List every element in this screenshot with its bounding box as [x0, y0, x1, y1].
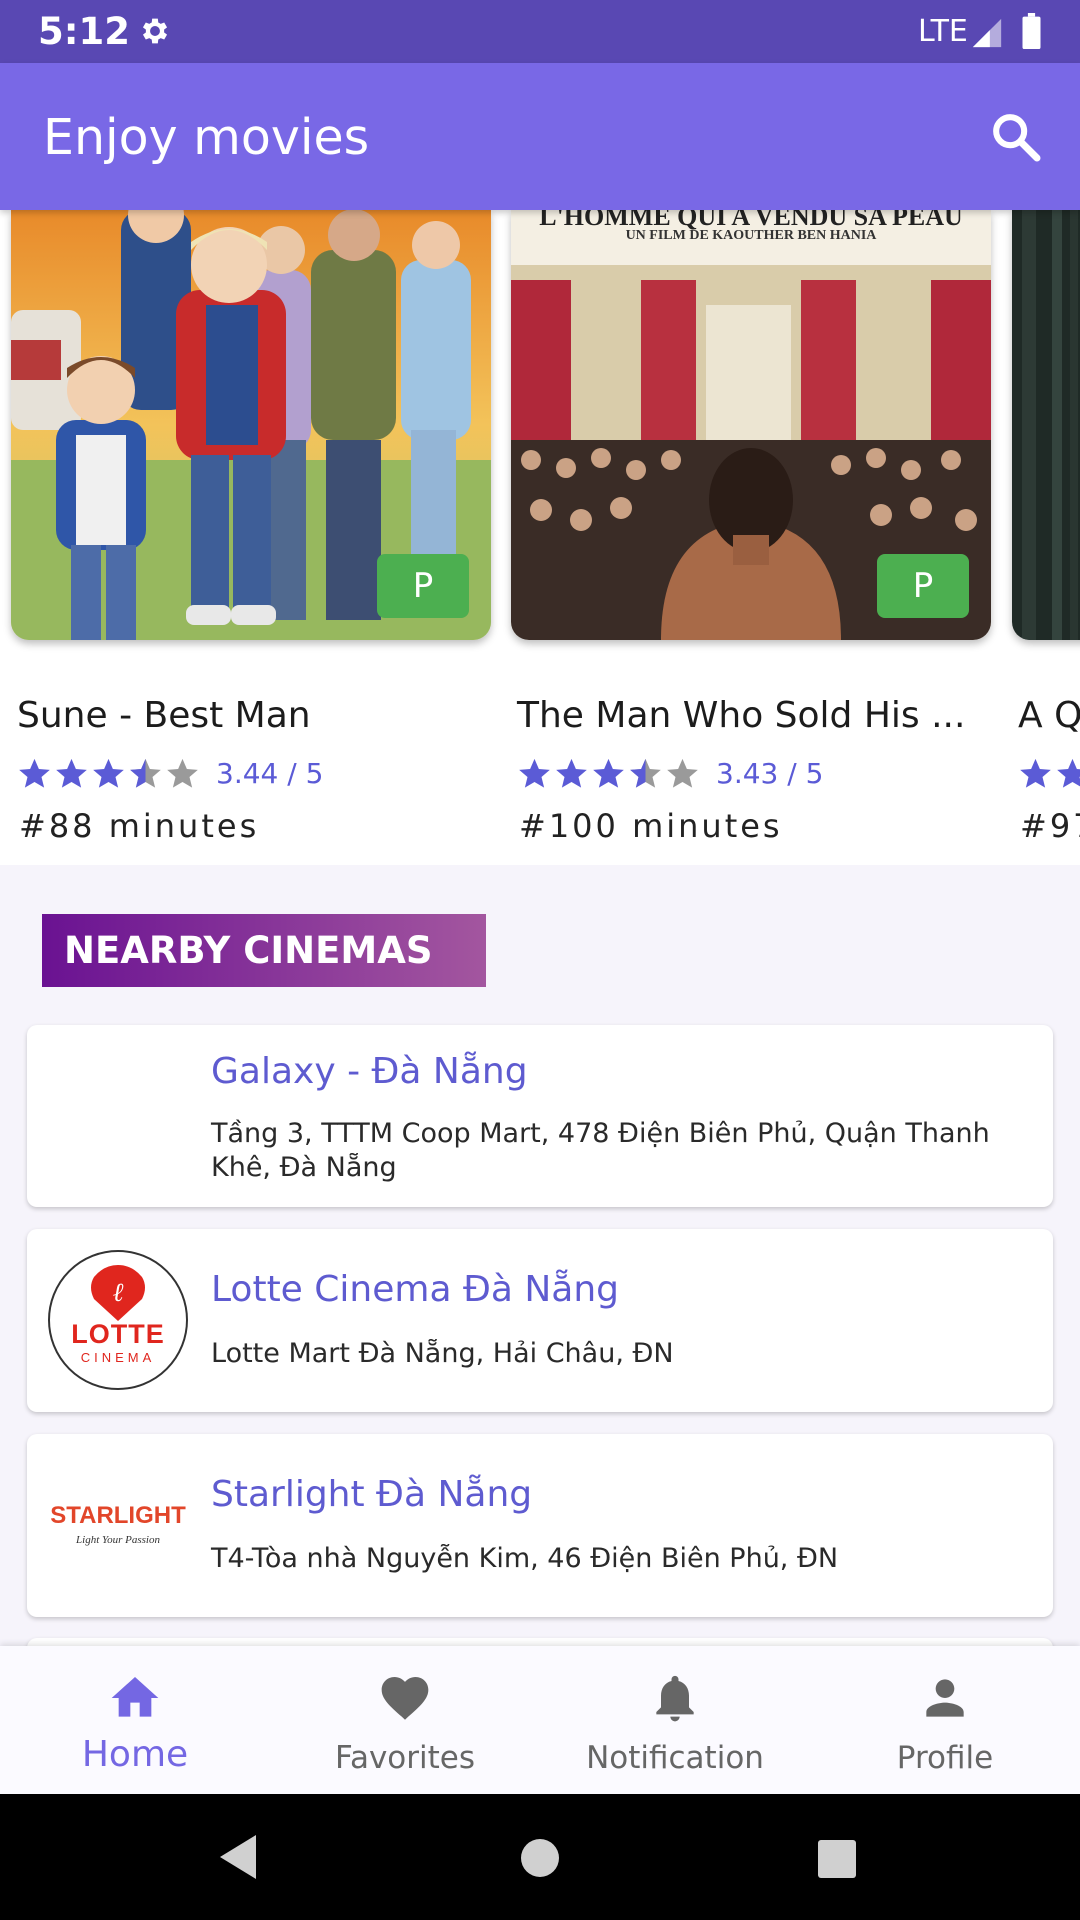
- home-circle-icon[interactable]: [520, 1838, 560, 1878]
- movie-rating: 3.44 / 5: [17, 753, 323, 793]
- star-full-icon: [593, 758, 624, 788]
- nav-label: Favorites: [334, 1740, 476, 1776]
- network-type: LTE: [918, 14, 968, 49]
- star-full-icon: [19, 758, 50, 788]
- rating-text: 3.43 / 5: [716, 756, 824, 790]
- movie-poster[interactable]: [1012, 210, 1080, 640]
- star-full-icon: [1020, 758, 1051, 788]
- rating-stars: [1018, 756, 1080, 791]
- rating-text: 3.44 / 5: [216, 756, 324, 790]
- recents-square-icon[interactable]: [817, 1839, 857, 1879]
- rating-stars: [17, 756, 202, 791]
- nav-profile[interactable]: Profile: [810, 1646, 1080, 1794]
- nav-notification[interactable]: Notification: [540, 1646, 810, 1794]
- poster-subtitle-text: UN FILM DE KAOUTHER BEN HANIA: [625, 228, 877, 243]
- age-rating-badge: P: [877, 554, 969, 618]
- lotte-logo-text: LOTTE: [71, 1319, 165, 1349]
- star-half-icon: [130, 758, 161, 788]
- rating-stars: [517, 756, 702, 791]
- star-full-icon: [556, 758, 587, 788]
- cinema-address: T4-Tòa nhà Nguyễn Kim, 46 Điện Biên Phủ,…: [211, 1543, 839, 1574]
- signal-icon: [972, 18, 1002, 48]
- status-time: 5:12: [38, 10, 131, 53]
- nav-favorites[interactable]: Favorites: [270, 1646, 540, 1794]
- app-title: Enjoy movies: [43, 109, 370, 166]
- movie-title[interactable]: The Man Who Sold His ...: [517, 695, 965, 736]
- star-full-icon: [1057, 758, 1080, 788]
- age-rating-badge: P: [377, 554, 469, 618]
- lotte-logo-subtext: CINEMA: [80, 1350, 156, 1365]
- search-icon[interactable]: [988, 109, 1044, 165]
- star-full-icon: [519, 758, 550, 788]
- nav-label: Notification: [586, 1740, 764, 1776]
- starlight-logo: STARLIGHT Light Your Passion: [47, 1454, 189, 1596]
- cinema-card[interactable]: Galaxy - Đà Nẵng Tầng 3, TTTM Coop Mart,…: [27, 1025, 1053, 1207]
- bottom-navigation: Home Favorites Notification Profile: [0, 1646, 1080, 1794]
- settings-gear-icon: [142, 18, 168, 44]
- system-navigation-bar: [0, 1794, 1080, 1920]
- movie-duration: #100 minutes: [519, 807, 783, 845]
- svg-text:ℓ: ℓ: [113, 1278, 124, 1307]
- nav-label: Profile: [896, 1740, 994, 1776]
- lotte-cinema-logo: ℓ LOTTE CINEMA: [47, 1249, 189, 1391]
- cinema-name: Lotte Cinema Đà Nẵng: [211, 1269, 620, 1310]
- home-icon: [111, 1677, 159, 1717]
- cinema-logo: [47, 1045, 189, 1187]
- bell-icon: [656, 1675, 694, 1722]
- movie-title[interactable]: Sune - Best Man: [17, 695, 311, 736]
- movie-poster[interactable]: L'HOMME QUI A VENDU SA PEAU UN FILM DE K…: [511, 210, 991, 640]
- nav-label: Home: [81, 1734, 189, 1775]
- battery-icon: [1022, 13, 1041, 49]
- movie-title[interactable]: A Q: [1018, 695, 1080, 736]
- nearby-cinemas-heading: NEARBY CINEMAS: [42, 914, 486, 987]
- back-icon[interactable]: [216, 1832, 260, 1882]
- starlight-logo-subtext: Light Your Passion: [76, 1534, 160, 1546]
- movie-duration: #88 minutes: [19, 807, 260, 845]
- star-empty-icon: [167, 758, 198, 788]
- movie-rating: 3.43 / 5: [517, 753, 823, 793]
- star-full-icon: [56, 758, 87, 788]
- movie-poster[interactable]: P: [11, 210, 491, 640]
- cinema-card[interactable]: ℓ LOTTE CINEMA Lotte Cinema Đà Nẵng Lott…: [27, 1229, 1053, 1412]
- cinema-name: Starlight Đà Nẵng: [211, 1474, 533, 1515]
- starlight-logo-text: STARLIGHT: [50, 1502, 186, 1529]
- movie-rating: [1018, 753, 1080, 793]
- cinema-address: Tầng 3, TTTM Coop Mart, 478 Điện Biên Ph…: [211, 1118, 990, 1183]
- heart-icon: [381, 1677, 429, 1720]
- cinema-address: Lotte Mart Đà Nẵng, Hải Châu, ĐN: [211, 1338, 674, 1369]
- movie-duration: #97: [1020, 807, 1080, 845]
- app-bar: Enjoy movies: [0, 63, 1080, 210]
- poster-image-third: [1012, 210, 1080, 640]
- nav-home[interactable]: Home: [0, 1646, 270, 1794]
- star-half-icon: [630, 758, 661, 788]
- person-icon: [926, 1679, 964, 1717]
- cinema-name: Galaxy - Đà Nẵng: [211, 1051, 528, 1092]
- star-empty-icon: [667, 758, 698, 788]
- star-full-icon: [93, 758, 124, 788]
- movie-carousel[interactable]: P Sune - Best Man 3.44 / 5 #88 minutes L…: [0, 210, 1080, 865]
- cinema-card[interactable]: STARLIGHT Light Your Passion Starlight Đ…: [27, 1434, 1053, 1617]
- status-bar: 5:12 LTE: [0, 0, 1080, 63]
